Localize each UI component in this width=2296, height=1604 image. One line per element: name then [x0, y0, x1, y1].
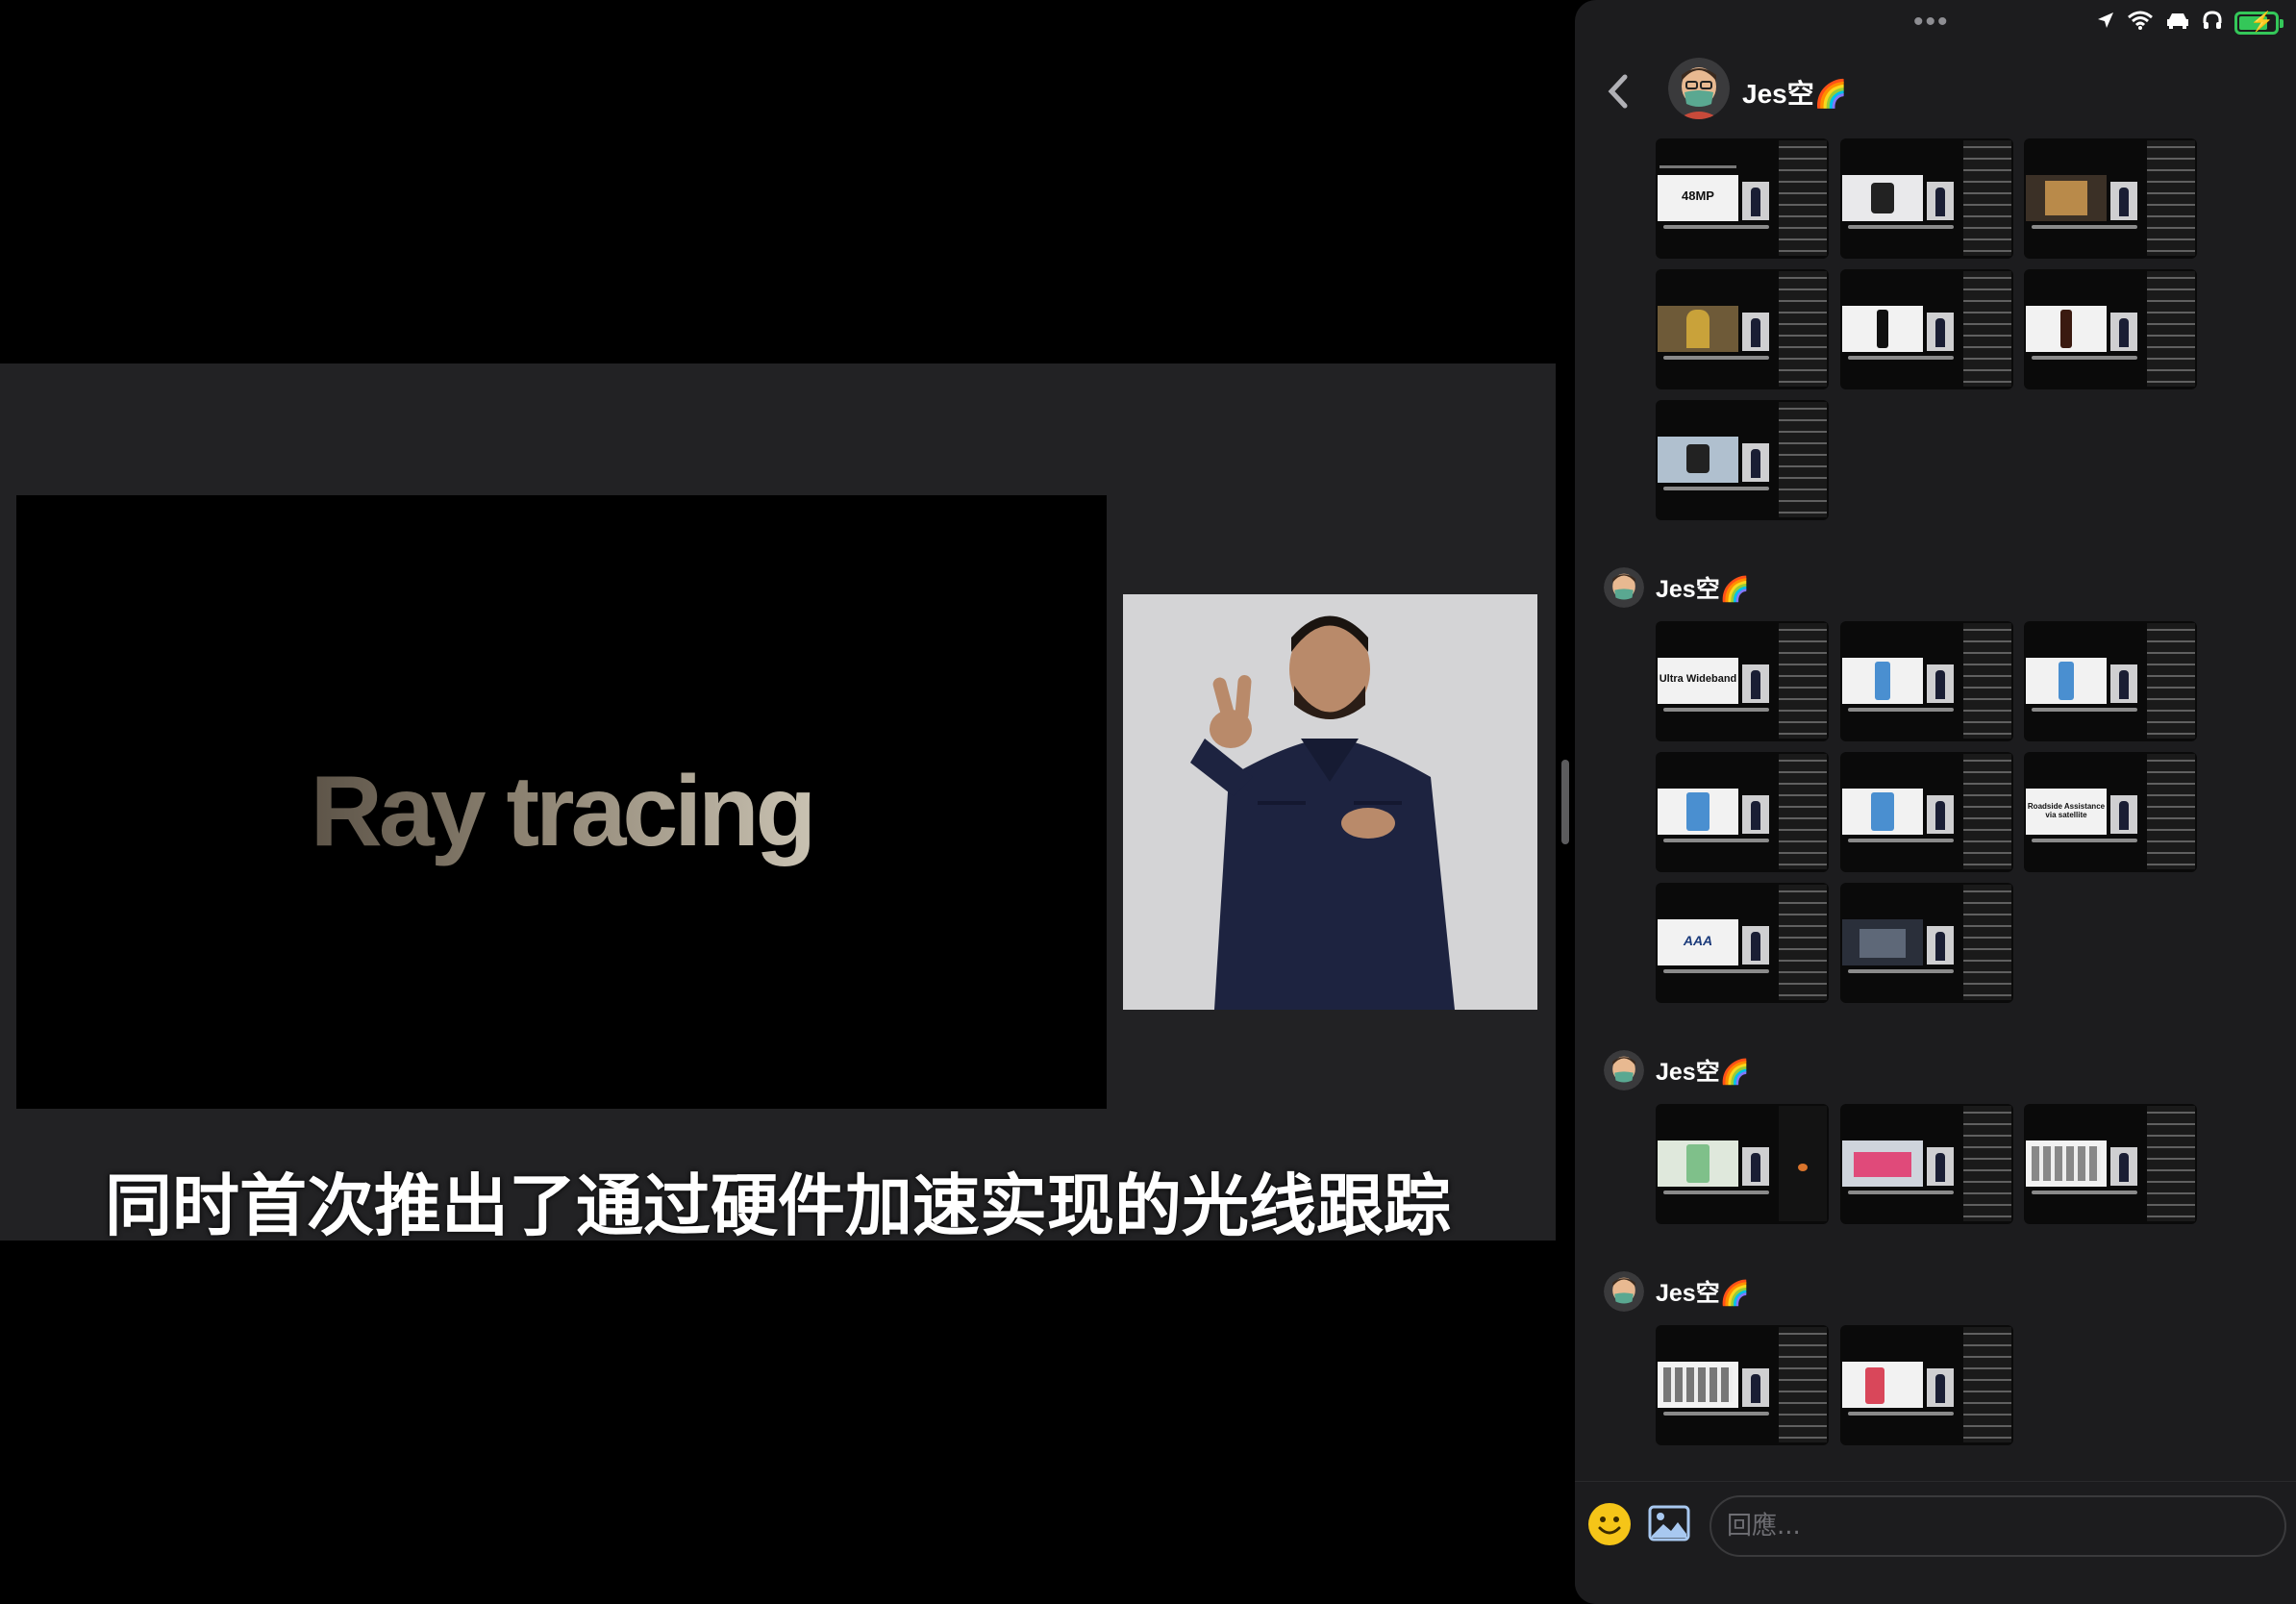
image-thumbnail[interactable]	[1840, 621, 2013, 741]
car-icon	[2165, 11, 2190, 35]
sender-name: Jes空🌈	[1656, 1059, 1750, 1086]
presentation-slide: Ray tracing	[16, 495, 1107, 1109]
contact-avatar[interactable]	[1668, 58, 1730, 119]
divider-handle[interactable]	[1561, 760, 1569, 844]
sign-language-interpreter	[1123, 594, 1537, 1010]
image-thumbnail[interactable]	[1840, 883, 2013, 1003]
reply-input[interactable]	[1710, 1495, 2286, 1557]
battery-charging-icon: ⚡	[2234, 11, 2284, 35]
interpreter-image	[1123, 594, 1537, 1010]
video-player[interactable]: Ray tracing 同时首次推出了通过硬件加速实现的光线跟踪	[0, 0, 1556, 1604]
smiley-icon[interactable]	[1588, 1503, 1631, 1545]
image-thumbnail[interactable]	[1840, 1104, 2013, 1224]
message-sender-row: Jes空🌈	[1604, 1050, 1750, 1090]
message-sender-row: Jes空🌈	[1604, 567, 1750, 608]
split-view-divider[interactable]	[1556, 0, 1575, 1604]
slide-title: Ray tracing	[310, 755, 816, 867]
location-arrow-icon	[2096, 11, 2115, 35]
image-thumbnail[interactable]: Roadside Assistance via satellite	[2024, 752, 2197, 872]
image-thumbnail[interactable]: 48MP	[1656, 138, 1829, 259]
sender-avatar[interactable]	[1604, 1271, 1644, 1312]
image-thumbnail[interactable]: AAA	[1656, 883, 1829, 1003]
image-thumbnail[interactable]	[1656, 400, 1829, 520]
image-thumbnail[interactable]	[2024, 269, 2197, 389]
image-thumbnail[interactable]	[1840, 269, 2013, 389]
image-thumbnail[interactable]	[1656, 752, 1829, 872]
chat-panel: ••• ⚡ Jes空🌈 48MP Jes空🌈 Ultra Wideband Ro…	[1575, 0, 2296, 1604]
sender-name: Jes空🌈	[1656, 1280, 1750, 1307]
headphones-icon	[2202, 10, 2223, 36]
subtitle-caption: 同时首次推出了通过硬件加速实现的光线跟踪	[105, 1166, 1451, 1245]
image-thumbnail[interactable]	[2024, 621, 2197, 741]
image-thumbnail[interactable]	[1840, 1325, 2013, 1445]
contact-name: Jes空🌈	[1742, 79, 1848, 109]
image-thumbnail[interactable]	[2024, 138, 2197, 259]
message-sender-row: Jes空🌈	[1604, 1271, 1750, 1312]
sender-avatar[interactable]	[1604, 567, 1644, 608]
image-thumbnail[interactable]	[1656, 1104, 1829, 1224]
image-thumbnail[interactable]	[1656, 269, 1829, 389]
message-composer	[1575, 1481, 2296, 1604]
image-thumbnail[interactable]	[2024, 1104, 2197, 1224]
sender-name: Jes空🌈	[1656, 576, 1750, 603]
chevron-left-icon[interactable]	[1606, 73, 1631, 110]
photo-icon[interactable]	[1648, 1505, 1690, 1541]
chat-header: Jes空🌈	[1575, 48, 2296, 135]
sender-avatar[interactable]	[1604, 1050, 1644, 1090]
image-thumbnail[interactable]: Ultra Wideband	[1656, 621, 1829, 741]
image-thumbnail[interactable]	[1840, 752, 2013, 872]
image-thumbnail[interactable]	[1840, 138, 2013, 259]
multitasking-dots-icon[interactable]: •••	[1913, 8, 1950, 37]
status-bar: ⚡	[2096, 10, 2284, 36]
wifi-icon	[2127, 10, 2154, 36]
image-thumbnail[interactable]	[1656, 1325, 1829, 1445]
